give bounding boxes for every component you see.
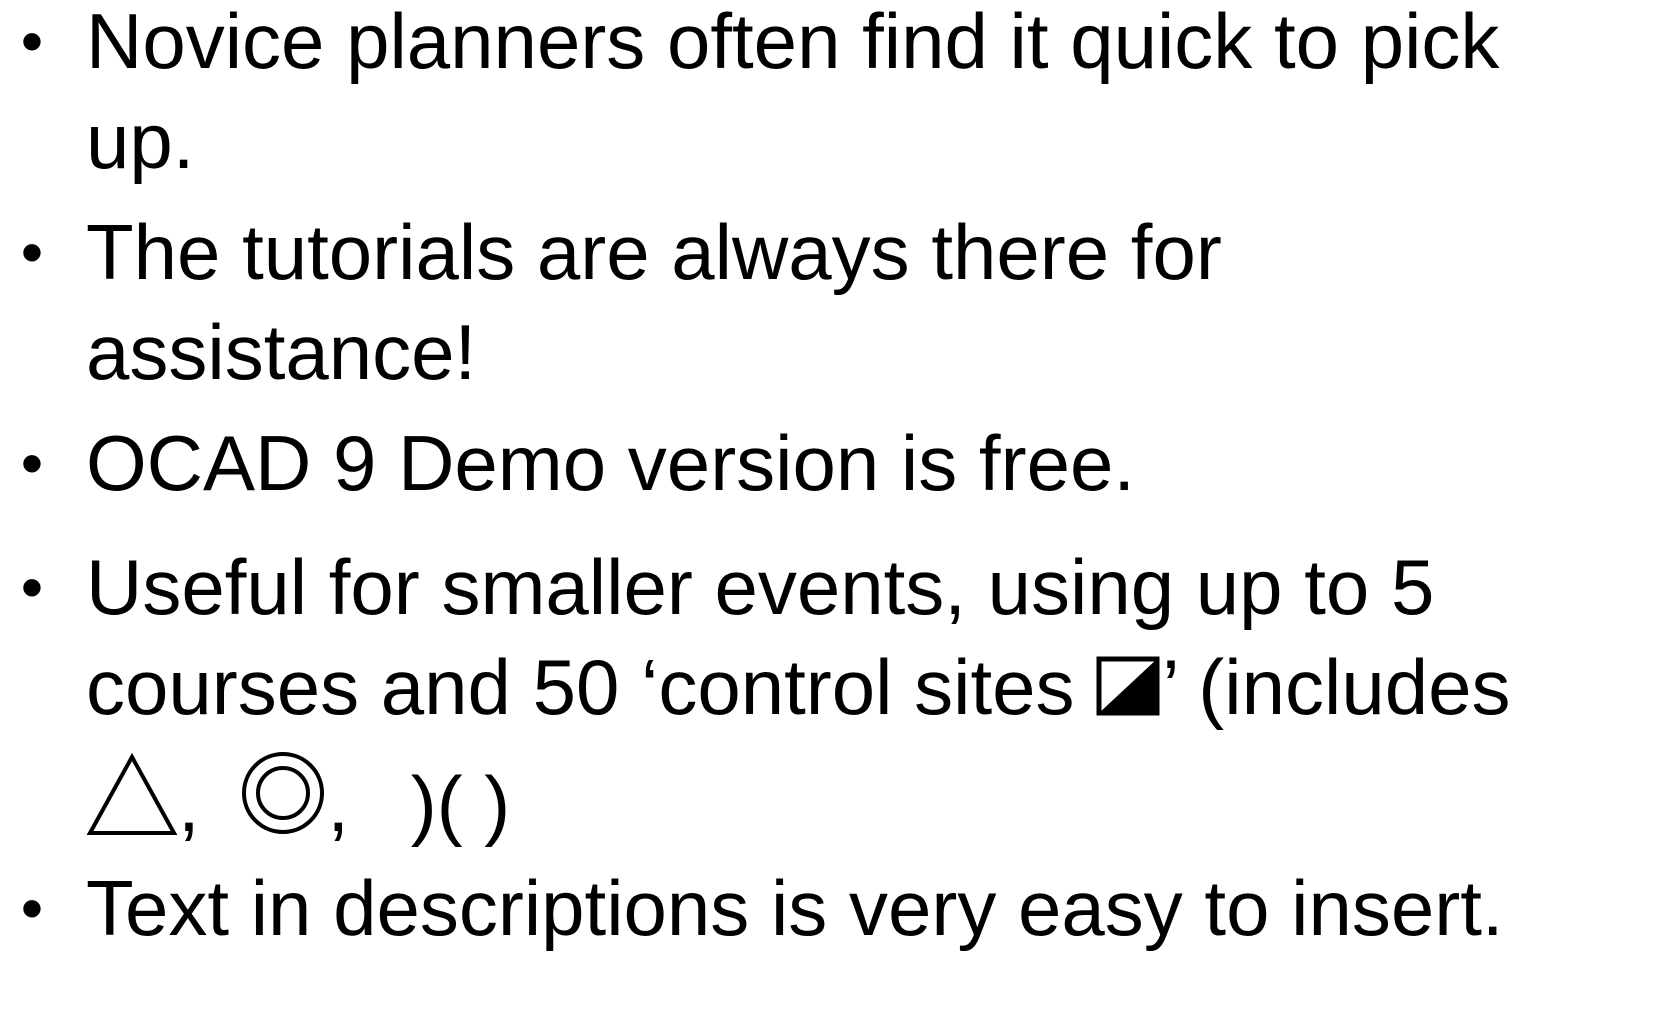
bullet-text-line: Text in descriptions is very easy to ins… — [86, 864, 1504, 952]
bullet-text-fragment: courses and 50 ‘control sites — [86, 643, 1097, 731]
bullet-dot: • — [20, 551, 44, 623]
bullet-dot: • — [20, 872, 44, 944]
bullet-text-line: The tutorials are always there for — [86, 208, 1222, 296]
bullet-text-line: Useful for smaller events, using up to 5 — [86, 543, 1435, 631]
bullet-text-line: assistance! — [86, 308, 477, 396]
crossing-point-symbol: )( ) — [410, 760, 511, 848]
bullet-text-line: courses and 50 ‘control sites ’ (include… — [86, 632, 1510, 743]
bullet-dot: • — [20, 216, 44, 288]
bullet-text-line: Novice planners often find it quick to p… — [86, 0, 1500, 85]
bullet-text-line: , , )( ) — [86, 743, 510, 860]
bullet-text-fragment: ’ (includes — [1162, 643, 1511, 731]
bullet-dot: • — [20, 5, 44, 77]
symbol-separator: , — [178, 760, 200, 848]
slide: • Novice planners often find it quick to… — [0, 0, 1669, 1013]
double-circle-finish-icon — [239, 749, 327, 837]
bullet-text-line: OCAD 9 Demo version is free. — [86, 419, 1136, 507]
triangle-start-icon — [86, 753, 178, 837]
symbol-separator: , — [327, 760, 350, 848]
control-site-icon — [1096, 656, 1160, 716]
bullet-text-line: up. — [86, 97, 195, 185]
bullet-dot: • — [20, 427, 44, 499]
